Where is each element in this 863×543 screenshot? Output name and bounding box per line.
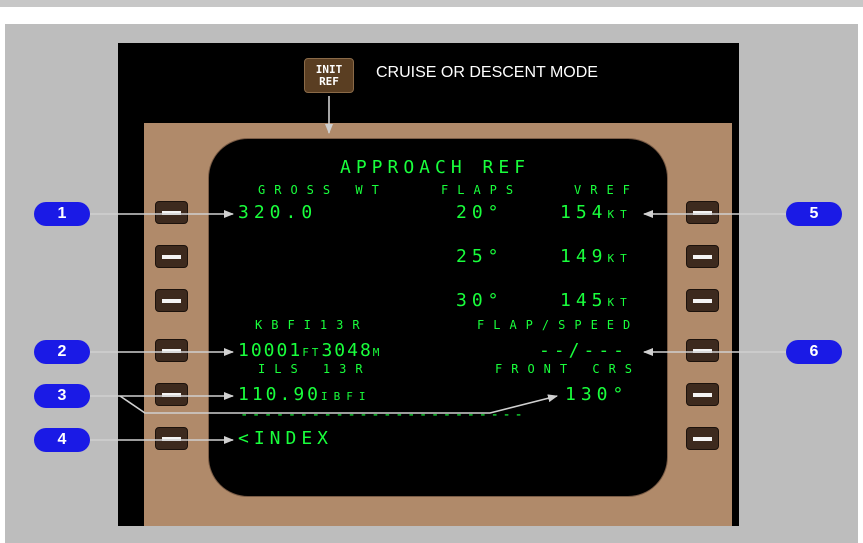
arrow-3b [119,394,558,414]
leader-lines [90,96,786,444]
